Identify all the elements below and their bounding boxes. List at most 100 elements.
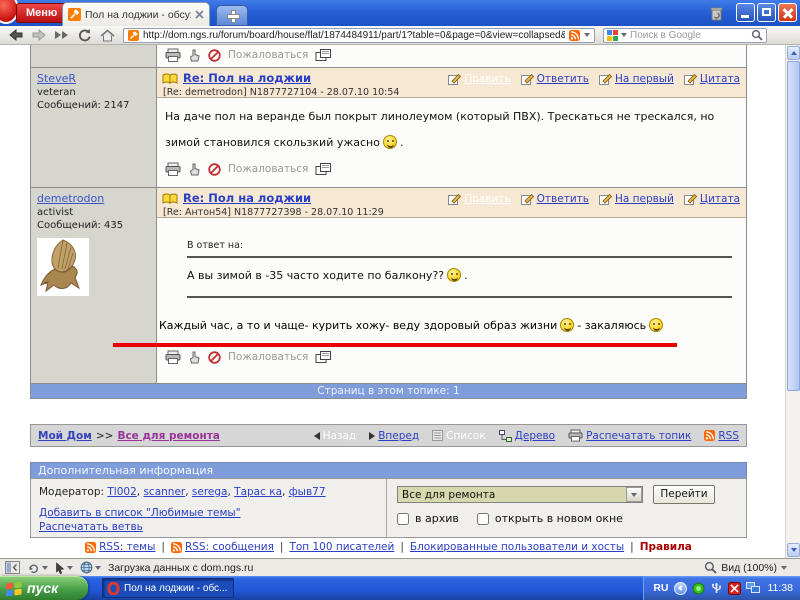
browser-tab[interactable]: Пол на лоджии - обсуж... <box>62 2 210 26</box>
report-label[interactable]: Пожаловаться <box>228 351 308 363</box>
restore-button[interactable] <box>757 3 776 22</box>
panel-toggle-icon[interactable] <box>5 561 20 574</box>
google-search-box[interactable] <box>603 28 767 43</box>
rss-feed-icon[interactable] <box>569 30 580 41</box>
window-titlebar: Меню Пол на лоджии - обсуж... <box>0 0 800 26</box>
go-button[interactable]: Перейти <box>653 485 715 504</box>
moderator-link[interactable]: Tl002 <box>107 486 136 498</box>
moderator-link[interactable]: serega <box>192 486 228 498</box>
add-favorites-link[interactable]: Добавить в список "Любимые темы" <box>39 507 241 519</box>
nav-forward-link[interactable]: Вперед <box>378 430 419 442</box>
language-indicator[interactable]: RU <box>653 582 668 594</box>
back-button[interactable] <box>4 27 27 44</box>
scroll-down-button[interactable] <box>787 543 800 557</box>
top100-link[interactable]: Топ 100 писателей <box>289 541 394 553</box>
reply-link[interactable]: Ответить <box>537 193 589 205</box>
tray-red-app-icon[interactable] <box>728 582 741 595</box>
rss-icon <box>171 542 182 553</box>
address-bar[interactable]: http://dom.ngs.ru/forum/board/house/flat… <box>123 28 595 43</box>
pointer-mode-control[interactable] <box>55 562 73 574</box>
red-underline-annotation <box>113 343 677 347</box>
tray-network-icon[interactable] <box>746 582 760 594</box>
author-post-count: Сообщений: 2147 <box>37 100 150 111</box>
post-subject-link[interactable]: Re: Пол на лоджии <box>183 71 311 85</box>
close-button[interactable] <box>778 3 797 22</box>
hand-icon[interactable] <box>188 49 201 62</box>
scrollbar-thumb[interactable] <box>787 61 800 391</box>
new-window-checkbox[interactable] <box>477 513 489 525</box>
reply-pencil-icon <box>521 74 534 85</box>
blocked-users-link[interactable]: Блокированные пользователи и хосты <box>410 541 624 553</box>
ngs-favicon-icon <box>128 30 139 41</box>
smiley-icon <box>649 318 663 332</box>
report-label[interactable]: Пожаловаться <box>228 163 308 175</box>
breadcrumb-home-link[interactable]: Мой Дом <box>38 430 92 442</box>
nav-tree-link[interactable]: Дерево <box>515 430 555 442</box>
forward-button[interactable] <box>27 27 50 44</box>
moderator-link[interactable]: Тарас ка <box>234 486 282 498</box>
search-input[interactable] <box>630 30 748 41</box>
address-dropdown-icon[interactable] <box>584 33 590 37</box>
print-branch-link[interactable]: Распечатать ветвь <box>39 521 143 533</box>
rss-messages-link[interactable]: RSS: сообщения <box>171 541 274 553</box>
author-link[interactable]: demetrodon <box>37 192 104 205</box>
tray-usb-icon[interactable] <box>710 582 723 595</box>
quote-link[interactable]: Цитата <box>700 193 740 205</box>
zoom-control[interactable]: Вид (100%) <box>704 561 787 574</box>
moderator-link[interactable]: фыв77 <box>289 486 326 498</box>
nav-print-topic-link[interactable]: Распечатать топик <box>586 430 691 442</box>
copy-pages-icon[interactable] <box>315 351 332 364</box>
report-no-entry-icon[interactable] <box>208 163 221 176</box>
rules-label[interactable]: Правила <box>640 541 692 553</box>
copy-pages-icon[interactable] <box>315 163 332 176</box>
home-button[interactable] <box>96 27 119 44</box>
start-button[interactable]: пуск <box>0 576 88 600</box>
edit-pencil-icon <box>448 194 461 205</box>
moderator-link[interactable]: scanner <box>143 486 185 498</box>
search-engine-dropdown-icon[interactable] <box>621 33 627 37</box>
first-post-link[interactable]: На первый <box>615 73 674 85</box>
new-window-checkbox-label: открыть в новом окне <box>477 512 623 525</box>
forum-jump-select[interactable]: Все для ремонта <box>397 486 643 503</box>
closed-tabs-trash-icon[interactable] <box>709 5 724 21</box>
hand-icon[interactable] <box>188 351 201 364</box>
reply-link[interactable]: Ответить <box>537 73 589 85</box>
select-dropdown-icon[interactable] <box>626 487 642 502</box>
quote-link[interactable]: Цитата <box>700 73 740 85</box>
topic-nav-bar: Мой Дом >> Все для ремонта Назад Вперед … <box>30 424 747 447</box>
taskbar-clock[interactable]: 11:38 <box>768 582 794 594</box>
scroll-up-button[interactable] <box>787 46 800 60</box>
nav-rss-link[interactable]: RSS <box>718 430 739 442</box>
tray-collapse-chevron[interactable] <box>674 582 687 595</box>
search-magnifier-icon[interactable] <box>751 29 763 41</box>
vertical-scrollbar[interactable] <box>785 45 800 558</box>
fast-forward-button[interactable] <box>50 27 73 44</box>
reload-button[interactable] <box>73 27 96 44</box>
report-label[interactable]: Пожаловаться <box>228 49 308 61</box>
reload-mode-control[interactable] <box>27 562 48 574</box>
tray-antivirus-icon[interactable] <box>692 582 705 595</box>
first-post-pencil-icon <box>599 194 612 205</box>
minimize-button[interactable] <box>736 3 755 22</box>
minimize-icon <box>741 15 749 18</box>
rss-topics-link[interactable]: RSS: темы <box>85 541 155 553</box>
report-no-entry-icon[interactable] <box>208 351 221 364</box>
report-no-entry-icon[interactable] <box>208 49 221 62</box>
print-post-icon[interactable] <box>165 162 181 176</box>
taskbar-task-button[interactable]: Пол на лоджии - обс... <box>102 578 234 598</box>
info-panel-title: Дополнительная информация <box>30 462 747 478</box>
author-link[interactable]: SteveR <box>37 72 76 85</box>
copy-pages-icon[interactable] <box>315 49 332 62</box>
post-subject-link[interactable]: Re: Пол на лоджии <box>183 191 311 205</box>
print-post-icon[interactable] <box>165 350 181 364</box>
edit-pencil-icon <box>448 74 461 85</box>
print-post-icon[interactable] <box>165 48 181 62</box>
new-tab-button[interactable] <box>216 5 248 26</box>
archive-checkbox[interactable] <box>397 513 409 525</box>
first-post-link[interactable]: На первый <box>615 193 674 205</box>
edit-link: Править <box>464 193 510 205</box>
breadcrumb-section-link[interactable]: Все для ремонта <box>117 430 219 442</box>
network-mode-control[interactable] <box>80 561 101 574</box>
tab-close-icon[interactable] <box>195 10 204 19</box>
hand-icon[interactable] <box>188 163 201 176</box>
